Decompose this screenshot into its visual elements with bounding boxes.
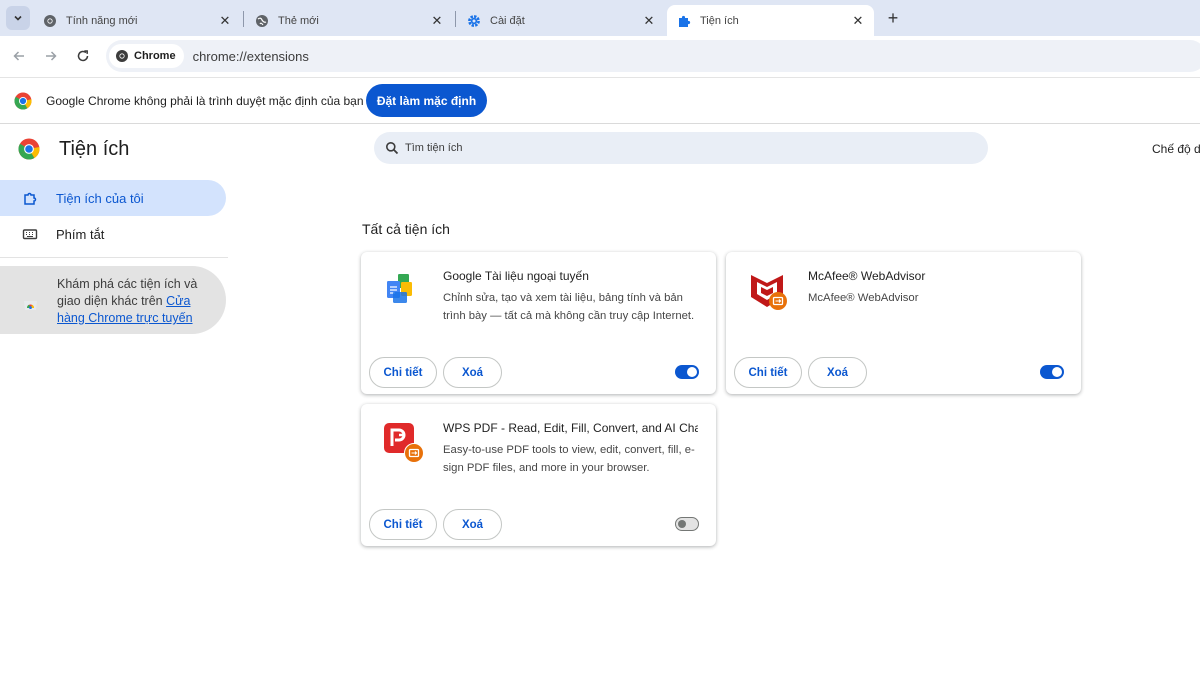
developer-mode-label[interactable]: Chế độ dà (1152, 142, 1200, 156)
promo-text: Khám phá các tiện ích và giao diện khác … (57, 276, 217, 327)
extension-name: WPS PDF - Read, Edit, Fill, Convert, and… (443, 421, 698, 435)
tab-search-button[interactable] (6, 6, 30, 30)
infobar-message: Google Chrome không phải là trình duyệt … (46, 94, 364, 108)
extension-description: Chỉnh sửa, tạo và xem tài liệu, bảng tín… (443, 292, 695, 322)
sidebar-item-label: Phím tắt (56, 226, 105, 242)
sidebar-divider (0, 257, 228, 258)
default-browser-infobar: Google Chrome không phải là trình duyệt … (0, 77, 1200, 124)
close-icon[interactable]: ✕ (641, 13, 657, 29)
extension-name: Google Tài liệu ngoại tuyến (443, 269, 589, 283)
extension-name: McAfee® WebAdvisor (808, 269, 926, 283)
chrome-logo-icon (14, 92, 32, 110)
url-text[interactable]: chrome://extensions (193, 49, 309, 64)
google-docs-offline-icon (387, 274, 412, 303)
details-button[interactable]: Chi tiết (369, 509, 437, 540)
extension-card: McAfee® WebAdvisor McAfee® WebAdvisor Ch… (726, 252, 1081, 394)
toggle-knob (678, 520, 686, 528)
toggle-knob (1052, 367, 1062, 377)
sidebar-item-label: Tiện ích của tôi (56, 190, 144, 206)
site-info-chip[interactable]: Chrome (109, 44, 184, 68)
remove-button[interactable]: Xoá (443, 509, 502, 540)
search-placeholder: Tìm tiện ích (405, 142, 463, 154)
chevron-down-icon (14, 15, 22, 21)
extension-description: Easy-to-use PDF tools to view, edit, con… (443, 444, 695, 474)
sidebar-item-shortcuts[interactable]: Phím tắt (0, 216, 226, 252)
globe-icon (255, 14, 269, 28)
address-bar[interactable]: Chrome chrome://extensions (106, 40, 1200, 72)
site-chip-label: Chrome (134, 50, 176, 62)
tab-whats-new[interactable]: Tính năng mới ✕ (33, 5, 241, 36)
gear-icon (467, 14, 481, 28)
forward-button[interactable] (39, 44, 63, 68)
page-title: Tiện ích (59, 138, 130, 160)
remove-button[interactable]: Xoá (808, 357, 867, 388)
tab-title: Tính năng mới (66, 14, 138, 27)
sidebar-item-my-extensions[interactable]: Tiện ích của tôi (0, 180, 226, 216)
close-icon[interactable]: ✕ (429, 13, 445, 29)
toggle-knob (687, 367, 697, 377)
chrome-logo-icon (18, 138, 40, 160)
tab-title: Tiện ích (700, 14, 739, 27)
search-icon (386, 142, 399, 155)
extension-icon (22, 190, 38, 206)
tab-extensions[interactable]: Tiện ích ✕ (667, 5, 874, 36)
plus-icon: + (887, 7, 899, 28)
chrome-icon (43, 14, 57, 28)
reload-icon (77, 50, 89, 62)
close-icon[interactable]: ✕ (217, 13, 233, 29)
extension-card: Google Tài liệu ngoại tuyến Chỉnh sửa, t… (361, 252, 716, 394)
arrow-right-icon (46, 51, 57, 61)
chrome-icon (116, 50, 128, 62)
close-icon[interactable]: ✕ (850, 13, 866, 29)
new-tab-button[interactable]: + (882, 7, 904, 29)
tab-title: Cài đặt (490, 14, 525, 27)
arrow-left-icon (13, 51, 24, 61)
tab-new-tab[interactable]: Thẻ mới ✕ (245, 5, 453, 36)
tab-title: Thẻ mới (278, 14, 319, 27)
enable-toggle[interactable] (675, 517, 699, 531)
enable-toggle[interactable] (1040, 365, 1064, 379)
reload-button[interactable] (71, 44, 95, 68)
tab-strip: Tính năng mới ✕ Thẻ mới ✕ Cài đặt ✕ Tiện… (0, 0, 1200, 36)
mcafee-icon (751, 275, 787, 310)
back-button[interactable] (7, 44, 31, 68)
toolbar: Chrome chrome://extensions (0, 36, 1200, 77)
extension-search[interactable]: Tìm tiện ích (374, 132, 988, 164)
keyboard-icon (22, 226, 38, 242)
tab-separator (455, 11, 456, 27)
wps-pdf-icon (384, 423, 424, 463)
extension-card: WPS PDF - Read, Edit, Fill, Convert, and… (361, 404, 716, 546)
enable-toggle[interactable] (675, 365, 699, 379)
details-button[interactable]: Chi tiết (369, 357, 437, 388)
remove-button[interactable]: Xoá (443, 357, 502, 388)
tab-separator (243, 11, 244, 27)
tab-settings[interactable]: Cài đặt ✕ (457, 5, 665, 36)
puzzle-icon (677, 14, 691, 28)
details-button[interactable]: Chi tiết (734, 357, 802, 388)
chrome-web-store-icon (24, 301, 37, 310)
set-default-button[interactable]: Đặt làm mặc định (366, 84, 487, 117)
section-title: Tất cả tiện ích (362, 221, 450, 237)
extension-description: McAfee® WebAdvisor (808, 292, 919, 304)
